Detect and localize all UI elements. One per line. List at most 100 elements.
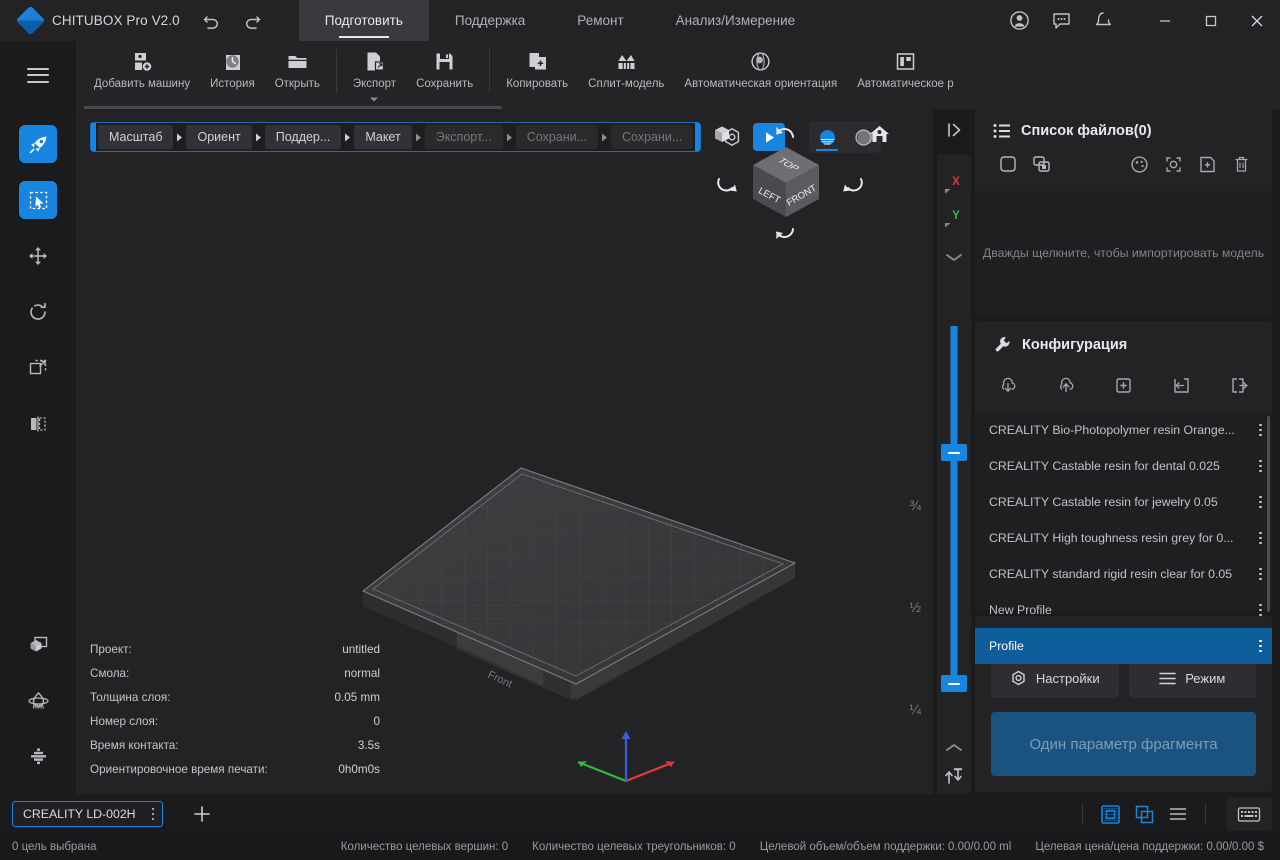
profile-menu-icon[interactable] xyxy=(1251,495,1262,509)
profile-list-scrollbar[interactable] xyxy=(1267,416,1270,612)
rail-mirror-button[interactable] xyxy=(19,405,57,443)
wizard-step-scale[interactable]: Масштаб xyxy=(98,125,174,149)
rail-select-button[interactable] xyxy=(19,181,57,219)
center-icon[interactable] xyxy=(1156,149,1190,179)
maximize-button[interactable] xyxy=(1188,0,1234,41)
layer-slider-handle-top[interactable] xyxy=(941,444,967,461)
profile-row[interactable]: CREALITY standard rigid resin clear for … xyxy=(975,556,1272,592)
machine-menu-icon[interactable] xyxy=(144,807,155,821)
wizard-step-orient[interactable]: Ориент xyxy=(186,125,252,149)
ribbon-history[interactable]: История xyxy=(200,41,265,103)
keyboard-icon[interactable] xyxy=(1226,797,1272,831)
profile-row[interactable]: CREALITY Bio-Photopolymer resin Orange..… xyxy=(975,412,1272,448)
layer-slider-track[interactable] xyxy=(950,326,958,684)
rail-rma-button[interactable]: RMA xyxy=(19,682,57,720)
ribbon-split-model[interactable]: Сплит-модель xyxy=(578,41,674,103)
file-list-dropzone[interactable]: Дважды щелкните, чтобы импортировать мод… xyxy=(975,191,1272,315)
rotate-bottom-icon[interactable] xyxy=(773,225,797,245)
expand-panel-button[interactable] xyxy=(933,109,975,150)
overlap-icon[interactable] xyxy=(1127,799,1161,829)
profile-menu-icon[interactable] xyxy=(1251,603,1262,617)
info-value: normal xyxy=(344,667,380,680)
undo-icon[interactable] xyxy=(202,11,221,30)
tab-support[interactable]: Поддержка xyxy=(429,0,551,41)
profile-row[interactable]: CREALITY Castable resin for jewelry 0.05 xyxy=(975,484,1272,520)
chevron-right-icon xyxy=(252,133,265,142)
close-button[interactable] xyxy=(1234,0,1280,41)
tab-analyze-measure[interactable]: Анализ/Измерение xyxy=(650,0,822,41)
profile-menu-icon[interactable] xyxy=(1251,459,1262,473)
profile-row-selected[interactable]: Profile xyxy=(975,628,1272,664)
info-row: Толщина слоя: 0.05 mm xyxy=(90,686,380,710)
rail-hollow-button[interactable] xyxy=(19,626,57,664)
notification-icon[interactable] xyxy=(1082,0,1124,41)
profile-menu-icon[interactable] xyxy=(1251,567,1262,581)
list-menu-icon[interactable] xyxy=(1161,799,1195,829)
box-icon[interactable] xyxy=(711,123,733,145)
ribbon-auto-layout[interactable]: Автоматическое р xyxy=(847,41,963,103)
profile-row[interactable]: CREALITY High toughness resin grey for 0… xyxy=(975,520,1272,556)
slice-mode-button[interactable]: Режим xyxy=(1128,658,1256,698)
tab-repair[interactable]: Ремонт xyxy=(551,0,649,41)
main-menu-button[interactable] xyxy=(0,41,76,109)
ribbon-add-machine[interactable]: Добавить машину xyxy=(84,41,200,103)
upload-icon[interactable] xyxy=(1049,370,1083,400)
layer-slider-handle-bottom[interactable] xyxy=(941,675,967,692)
feedback-icon[interactable] xyxy=(1040,0,1082,41)
svg-text:Y: Y xyxy=(952,210,960,222)
new-profile-icon[interactable] xyxy=(1107,370,1141,400)
wizard-step-export[interactable]: Экспорт... xyxy=(424,125,503,149)
delete-icon[interactable] xyxy=(1224,149,1258,179)
rotate-left-icon[interactable] xyxy=(717,175,739,195)
axis-y-button[interactable]: Y xyxy=(937,202,971,236)
profile-row[interactable]: New Profile xyxy=(975,592,1272,628)
wizard-step-layout[interactable]: Макет xyxy=(354,125,412,149)
rail-scale-button[interactable] xyxy=(19,349,57,387)
rotate-ccw-icon[interactable] xyxy=(773,121,797,141)
profile-menu-icon[interactable] xyxy=(1251,423,1262,437)
select-all-checkbox[interactable] xyxy=(991,149,1025,179)
machine-selector[interactable]: CREALITY LD-002H xyxy=(12,801,164,827)
rail-rotate-button[interactable] xyxy=(19,293,57,331)
home-icon[interactable] xyxy=(868,123,891,145)
scale-label: ¼ xyxy=(909,701,921,717)
profile-row[interactable]: CREALITY Castable resin for dental 0.025 xyxy=(975,448,1272,484)
profile-menu-icon[interactable] xyxy=(1251,639,1262,653)
file-list-title: Список файлов(0) xyxy=(1021,123,1152,139)
sort-updown-icon[interactable] xyxy=(943,766,965,786)
rotate-right-icon[interactable] xyxy=(841,175,863,195)
redo-icon[interactable] xyxy=(243,11,262,30)
rail-drill-hole-button[interactable] xyxy=(19,738,57,776)
paint-icon[interactable] xyxy=(1122,149,1156,179)
tab-prepare[interactable]: Подготовить xyxy=(298,0,429,41)
ribbon-open[interactable]: Открыть xyxy=(265,41,330,103)
cube-faces[interactable]: TOP LEFT FRONT xyxy=(747,143,825,221)
3d-viewport[interactable]: Front Масштаб Ориент Поддер... Макет Экс… xyxy=(76,109,933,794)
slice-action-button[interactable]: Один параметр фрагмента xyxy=(991,712,1256,776)
export-profile-icon[interactable] xyxy=(1222,370,1256,400)
ribbon-export[interactable]: Экспорт xyxy=(343,41,406,103)
ribbon-copy[interactable]: Копировать xyxy=(496,41,578,103)
chevron-up-icon[interactable] xyxy=(944,742,964,754)
wizard-step-support[interactable]: Поддер... xyxy=(264,125,342,149)
rail-rocket-button[interactable] xyxy=(19,125,57,163)
axis-x-button[interactable]: X xyxy=(937,168,971,202)
import-profile-icon[interactable] xyxy=(1164,370,1198,400)
group-icon[interactable] xyxy=(1025,149,1059,179)
ribbon-save[interactable]: Сохранить xyxy=(406,41,483,103)
rail-move-button[interactable] xyxy=(19,237,57,275)
minimize-button[interactable] xyxy=(1142,0,1188,41)
chevron-down-icon[interactable] xyxy=(370,97,379,102)
ribbon-auto-orient[interactable]: Автоматическая ориентация xyxy=(674,41,847,103)
plate-grid-icon[interactable] xyxy=(1093,799,1127,829)
chevron-down-icon[interactable] xyxy=(937,240,971,274)
download-icon[interactable] xyxy=(991,370,1025,400)
slice-settings-button[interactable]: Настройки xyxy=(991,658,1119,698)
navigation-cube[interactable]: TOP LEFT FRONT xyxy=(711,117,891,247)
account-icon[interactable] xyxy=(998,0,1040,41)
add-file-icon[interactable] xyxy=(1190,149,1224,179)
wizard-step-save-1[interactable]: Сохрани... xyxy=(515,125,598,149)
add-machine-button[interactable] xyxy=(189,801,215,827)
wizard-step-save-2[interactable]: Сохрани... xyxy=(611,125,694,149)
profile-menu-icon[interactable] xyxy=(1251,531,1262,545)
